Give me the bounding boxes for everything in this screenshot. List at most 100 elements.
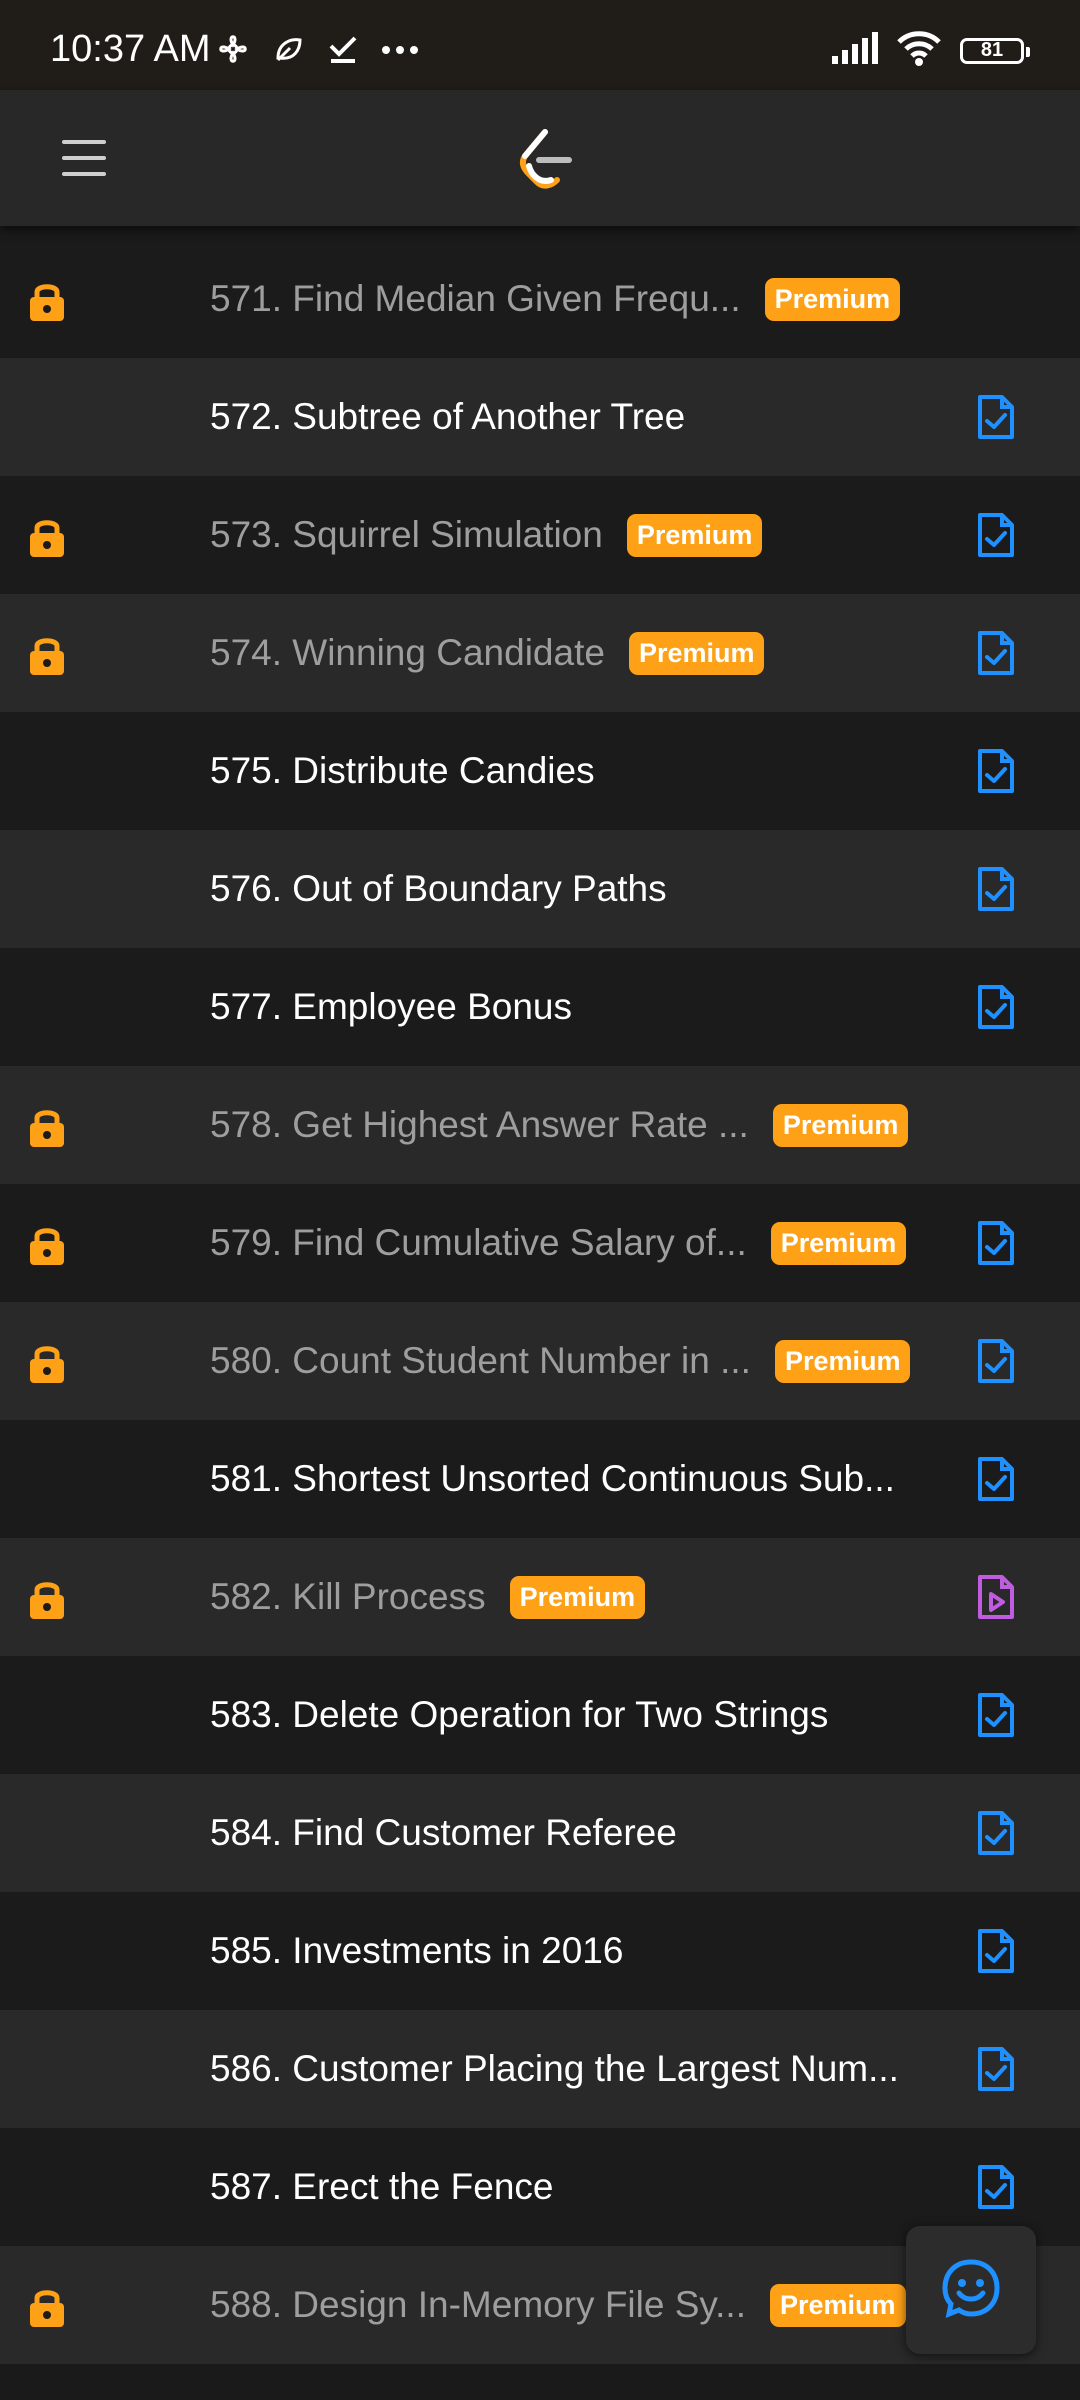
solution-doc-icon[interactable] xyxy=(976,393,1016,441)
solution-doc-icon[interactable] xyxy=(976,629,1016,677)
solution-doc-icon[interactable] xyxy=(976,2045,1016,2093)
problem-title-wrap: 582. Kill Process Premium xyxy=(210,1538,646,1656)
problem-title: 582. Kill Process xyxy=(210,1576,486,1617)
solution-doc-icon[interactable] xyxy=(976,1337,1016,1385)
solution-doc-icon[interactable] xyxy=(976,511,1016,559)
solution-doc-icon[interactable] xyxy=(976,1455,1016,1503)
lock-icon xyxy=(27,634,67,676)
premium-badge: Premium xyxy=(770,1221,907,1265)
status-time: 10:37 AM xyxy=(50,28,211,70)
problem-title: 580. Count Student Number in ... xyxy=(210,1340,751,1381)
problem-row[interactable]: 576. Out of Boundary Paths xyxy=(0,830,1080,948)
problem-title-wrap: 587. Erect the Fence xyxy=(210,2128,553,2246)
premium-badge: Premium xyxy=(772,1103,909,1147)
battery-icon: 81 xyxy=(960,37,1030,64)
problem-title-wrap: 583. Delete Operation for Two Strings xyxy=(210,1656,828,1774)
solution-doc-icon[interactable] xyxy=(976,1219,1016,1267)
problem-title: 581. Shortest Unsorted Continuous Sub... xyxy=(210,1458,895,1499)
problem-title-wrap: 585. Investments in 2016 xyxy=(210,1892,623,2010)
problem-row[interactable]: 582. Kill Process Premium xyxy=(0,1538,1080,1656)
solution-doc-icon[interactable] xyxy=(976,1809,1016,1857)
problem-title-wrap: 588. Design In-Memory File Sy... Premium xyxy=(210,2246,906,2364)
problem-row[interactable]: 572. Subtree of Another Tree xyxy=(0,358,1080,476)
problem-title-wrap: 575. Distribute Candies xyxy=(210,712,595,830)
problem-title-wrap: 576. Out of Boundary Paths xyxy=(210,830,667,948)
premium-badge: Premium xyxy=(770,2283,906,2327)
battery-level: 81 xyxy=(980,39,1004,61)
wifi-icon xyxy=(896,30,942,71)
problem-title: 572. Subtree of Another Tree xyxy=(210,396,686,437)
problem-row[interactable]: 585. Investments in 2016 xyxy=(0,1892,1080,2010)
problem-row[interactable]: 578. Get Highest Answer Rate ... Premium xyxy=(0,1066,1080,1184)
problem-row[interactable]: 571. Find Median Given Frequ... Premium xyxy=(0,240,1080,358)
problem-title: 585. Investments in 2016 xyxy=(210,1930,624,1971)
lock-icon xyxy=(27,1342,67,1384)
problem-row[interactable]: 584. Find Customer Referee xyxy=(0,1774,1080,1892)
problem-title-wrap: 571. Find Median Given Frequ... Premium xyxy=(210,240,901,358)
check-icon xyxy=(326,32,360,71)
problem-title-wrap: 579. Find Cumulative Salary of... Premium xyxy=(210,1184,907,1302)
lock-icon xyxy=(27,1106,67,1148)
problem-title: 584. Find Customer Referee xyxy=(210,1812,677,1853)
feedback-button[interactable] xyxy=(906,2226,1036,2354)
lock-icon xyxy=(27,1578,67,1620)
problem-row[interactable]: 575. Distribute Candies xyxy=(0,712,1080,830)
problem-title: 587. Erect the Fence xyxy=(210,2166,554,2207)
problem-title-wrap: 580. Count Student Number in ... Premium xyxy=(210,1302,911,1420)
premium-badge: Premium xyxy=(626,513,763,557)
feedback-smiley-icon xyxy=(941,2258,1001,2323)
problem-title: 576. Out of Boundary Paths xyxy=(210,868,667,909)
solution-doc-icon[interactable] xyxy=(976,1927,1016,1975)
problem-title-wrap: 578. Get Highest Answer Rate ... Premium xyxy=(210,1066,909,1184)
problem-title: 571. Find Median Given Frequ... xyxy=(210,278,741,319)
problem-title: 578. Get Highest Answer Rate ... xyxy=(210,1104,749,1145)
problem-row[interactable]: 574. Winning Candidate Premium xyxy=(0,594,1080,712)
solution-doc-icon[interactable] xyxy=(976,983,1016,1031)
problem-title: 586. Customer Placing the Largest Num... xyxy=(210,2048,899,2089)
problem-title: 583. Delete Operation for Two Strings xyxy=(210,1694,829,1735)
leetcode-logo-icon xyxy=(515,126,575,190)
video-doc-icon[interactable] xyxy=(976,1573,1016,1621)
problem-title: 575. Distribute Candies xyxy=(210,750,595,791)
fan-icon xyxy=(214,30,252,73)
problem-title-wrap: 581. Shortest Unsorted Continuous Sub... xyxy=(210,1420,895,1538)
problem-row[interactable]: 586. Customer Placing the Largest Num... xyxy=(0,2010,1080,2128)
solution-doc-icon[interactable] xyxy=(976,1691,1016,1739)
problem-title: 574. Winning Candidate xyxy=(210,632,605,673)
problem-row[interactable]: 573. Squirrel Simulation Premium xyxy=(0,476,1080,594)
problem-title: 588. Design In-Memory File Sy... xyxy=(210,2284,746,2325)
solution-doc-icon[interactable] xyxy=(976,2163,1016,2211)
leaf-icon xyxy=(272,32,306,71)
problem-row[interactable]: 583. Delete Operation for Two Strings xyxy=(0,1656,1080,1774)
lock-icon xyxy=(27,516,67,558)
premium-badge: Premium xyxy=(764,277,901,321)
problem-title: 577. Employee Bonus xyxy=(210,986,573,1027)
hamburger-menu-icon[interactable] xyxy=(62,136,106,180)
lock-icon xyxy=(27,280,67,322)
problem-list: 571. Find Median Given Frequ... Premium 57… xyxy=(0,240,1080,2364)
problem-title-wrap: 572. Subtree of Another Tree xyxy=(210,358,685,476)
problem-row[interactable]: 581. Shortest Unsorted Continuous Sub... xyxy=(0,1420,1080,1538)
lock-icon xyxy=(27,2286,67,2328)
premium-badge: Premium xyxy=(509,1575,646,1619)
signal-icon xyxy=(830,32,878,69)
more-dots-icon xyxy=(380,43,420,61)
solution-doc-icon[interactable] xyxy=(976,747,1016,795)
status-bar: 10:37 AM 81 xyxy=(0,0,1080,90)
lock-icon xyxy=(27,1224,67,1266)
problem-title-wrap: 584. Find Customer Referee xyxy=(210,1774,677,1892)
problem-title-wrap: 586. Customer Placing the Largest Num... xyxy=(210,2010,899,2128)
problem-title: 579. Find Cumulative Salary of... xyxy=(210,1222,747,1263)
status-icons-right: 81 xyxy=(830,30,1030,71)
app-bar xyxy=(0,90,1080,226)
solution-doc-icon[interactable] xyxy=(976,865,1016,913)
problem-title-wrap: 574. Winning Candidate Premium xyxy=(210,594,765,712)
premium-badge: Premium xyxy=(774,1339,911,1383)
problem-title: 573. Squirrel Simulation xyxy=(210,514,603,555)
problem-row[interactable]: 577. Employee Bonus xyxy=(0,948,1080,1066)
premium-badge: Premium xyxy=(628,631,765,675)
status-icons-left xyxy=(214,30,420,73)
problem-title-wrap: 573. Squirrel Simulation Premium xyxy=(210,476,763,594)
problem-row[interactable]: 580. Count Student Number in ... Premium xyxy=(0,1302,1080,1420)
problem-row[interactable]: 579. Find Cumulative Salary of... Premium xyxy=(0,1184,1080,1302)
